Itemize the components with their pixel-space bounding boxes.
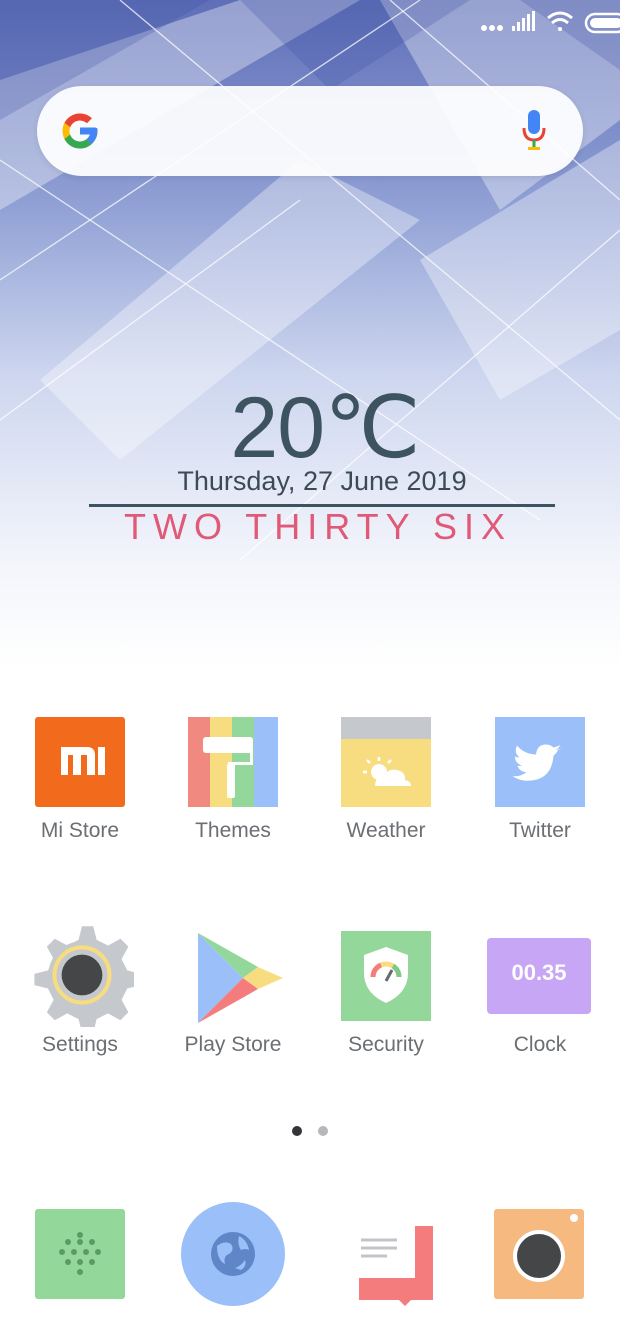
google-g-icon (62, 113, 98, 149)
app-mi-store[interactable]: Mi Store (10, 717, 150, 857)
settings-icon (34, 926, 134, 1027)
themes-icon (188, 717, 278, 807)
page-dot[interactable] (318, 1126, 328, 1136)
temperature: 20℃ (230, 380, 420, 476)
app-twitter[interactable]: Twitter (470, 717, 610, 857)
camera-icon (494, 1209, 584, 1299)
dock-phone[interactable] (35, 1209, 135, 1309)
security-icon (341, 931, 431, 1021)
browser-globe-icon (181, 1202, 285, 1306)
app-label: Mi Store (40, 819, 120, 842)
play-store-icon (198, 933, 283, 1023)
app-clock[interactable]: 00.35 Clock (470, 938, 610, 1078)
app-security[interactable]: Security (316, 931, 456, 1071)
clock-icon-time: 00.35 (511, 960, 567, 985)
google-search-bar[interactable] (37, 86, 583, 176)
app-weather[interactable]: Weather (316, 717, 456, 857)
weather-icon (341, 717, 431, 807)
app-themes[interactable]: Themes (163, 717, 303, 857)
app-play-store[interactable]: Play Store (163, 930, 303, 1070)
app-label: Themes (195, 819, 271, 842)
status-bar (460, 8, 620, 38)
app-label: Play Store (184, 1033, 282, 1056)
phone-dialer-icon (35, 1209, 125, 1299)
mi-store-icon (35, 717, 125, 807)
wifi-icon (547, 11, 573, 31)
signal-icon (512, 11, 535, 31)
page-indicator (290, 1126, 330, 1138)
app-label: Clock (513, 1033, 567, 1056)
app-label: Weather (346, 819, 426, 842)
app-label: Security (348, 1033, 424, 1056)
app-label: Twitter (509, 819, 571, 842)
dock-browser[interactable] (181, 1202, 285, 1306)
time-in-words: TWO THIRTY SIX (123, 506, 513, 547)
date-text: Thursday, 27 June 2019 (177, 466, 467, 496)
messages-icon (359, 1226, 433, 1306)
battery-icon (584, 12, 620, 34)
app-settings[interactable]: Settings (10, 925, 150, 1065)
twitter-icon (495, 717, 585, 807)
dock-messages[interactable] (357, 1226, 457, 1326)
page-dot-active[interactable] (292, 1126, 302, 1136)
dock-camera[interactable] (494, 1209, 594, 1309)
more-dots-icon (481, 25, 503, 31)
app-label: Settings (42, 1033, 118, 1056)
mic-icon[interactable] (521, 110, 547, 152)
